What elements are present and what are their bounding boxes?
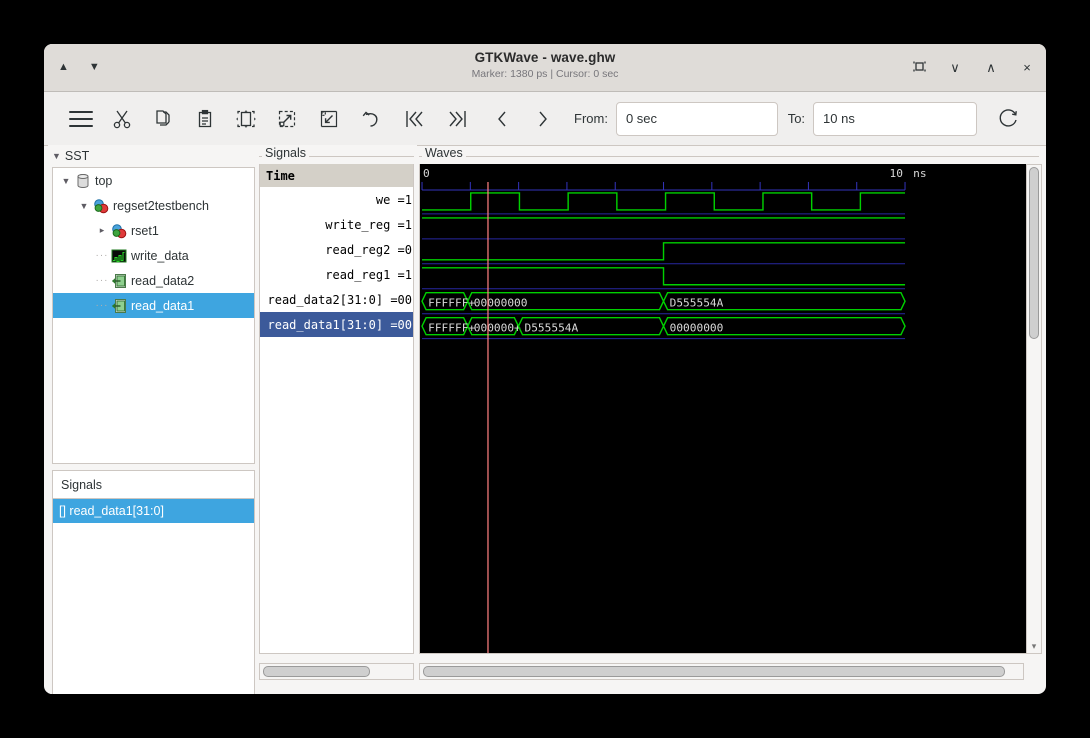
copy-icon[interactable] bbox=[143, 101, 184, 137]
signal-name-row[interactable]: write_reg =1 bbox=[260, 212, 413, 237]
tree-item-label: read_data1 bbox=[131, 299, 194, 313]
maximize-icon[interactable]: ∧ bbox=[984, 61, 998, 74]
tree-item-top[interactable]: ▼ top bbox=[53, 168, 254, 193]
signal-name-row[interactable]: we =1 bbox=[260, 187, 413, 212]
waves-vscrollbar[interactable]: ▾ bbox=[1026, 164, 1042, 654]
tree-item-write_data[interactable]: ··· write_data bbox=[53, 243, 254, 268]
signal-names-pane: Signals Time we =1write_reg =1read_reg2 … bbox=[257, 145, 417, 694]
time-unit-label: ns bbox=[913, 167, 926, 180]
nav-down-icon[interactable]: ▼ bbox=[89, 62, 100, 73]
tree-item-label: top bbox=[95, 174, 112, 188]
zoom-in-icon[interactable] bbox=[267, 101, 308, 137]
minimize-icon[interactable]: ∨ bbox=[948, 61, 962, 74]
gtkwave-window: ▲ ▼ GTKWave - wave.ghw Marker: 1380 ps |… bbox=[44, 44, 1046, 694]
signal-names-caption-area: Signals bbox=[257, 145, 417, 164]
signal-out-icon bbox=[111, 298, 127, 314]
waves-caption-area: Waves bbox=[417, 145, 1042, 164]
signals-list[interactable]: [] read_data1[31:0] bbox=[53, 499, 254, 523]
signal-name-row[interactable]: read_reg2 =0 bbox=[260, 237, 413, 262]
waves-pane: Waves 010nsFFFFFF+00000000D555554AFFFFFF… bbox=[417, 145, 1042, 694]
main-toolbar: From: 0 sec To: 10 ns bbox=[44, 92, 1046, 146]
bus-value-label: 000000+ bbox=[474, 322, 521, 335]
tree-item-read_data1[interactable]: ··· read_data1 bbox=[53, 293, 254, 318]
tree-guide-line: ··· bbox=[93, 275, 111, 286]
title-bar: ▲ ▼ GTKWave - wave.ghw Marker: 1380 ps |… bbox=[44, 44, 1046, 92]
to-input[interactable]: 10 ns bbox=[813, 102, 977, 136]
title-bar-left-controls: ▲ ▼ bbox=[58, 44, 100, 91]
title-bar-center: GTKWave - wave.ghw Marker: 1380 ps | Cur… bbox=[44, 50, 1046, 80]
bus-value-label: 00000000 bbox=[474, 297, 528, 310]
tree-guide-line: ··· bbox=[93, 300, 111, 311]
sst-tree[interactable]: ▼ top ▼ regset2testbench ▸ rset1 ··· write_data… bbox=[52, 167, 255, 464]
tree-item-label: read_data2 bbox=[131, 274, 194, 288]
signals-list-header: Signals bbox=[53, 471, 254, 499]
menu-icon[interactable] bbox=[60, 101, 101, 137]
caption-divider bbox=[419, 156, 1039, 157]
chevron-down-icon[interactable]: ▼ bbox=[52, 151, 61, 161]
signal-name-row[interactable]: read_reg1 =1 bbox=[260, 262, 413, 287]
from-input[interactable]: 0 sec bbox=[616, 102, 778, 136]
goto-end-icon[interactable] bbox=[436, 101, 477, 137]
time-start-label: 0 bbox=[423, 167, 430, 180]
window-subtitle: Marker: 1380 ps | Cursor: 0 sec bbox=[44, 68, 1046, 80]
sst-header[interactable]: ▼ SST bbox=[48, 145, 261, 165]
next-edge-icon[interactable] bbox=[523, 101, 564, 137]
tree-expander[interactable]: ▸ bbox=[93, 225, 111, 236]
zoom-out-icon[interactable] bbox=[308, 101, 349, 137]
vscroll-down-icon[interactable]: ▾ bbox=[1027, 640, 1041, 653]
tree-guide-line: ··· bbox=[93, 250, 111, 261]
from-label: From: bbox=[574, 111, 608, 126]
paste-icon[interactable] bbox=[184, 101, 225, 137]
sst-label: SST bbox=[65, 149, 89, 163]
signal-names-caption: Signals bbox=[262, 146, 309, 160]
tree-item-label: rset1 bbox=[131, 224, 159, 238]
bus-signal-icon bbox=[111, 248, 127, 264]
window-controls: ∨ ∧ × bbox=[912, 44, 1034, 91]
module-icon bbox=[75, 173, 91, 189]
signal-name-row[interactable]: read_data2[31:0] =00 bbox=[260, 287, 413, 312]
time-header: Time bbox=[260, 164, 413, 187]
undo-icon[interactable] bbox=[349, 101, 390, 137]
waveform-canvas[interactable]: 010nsFFFFFF+00000000D555554AFFFFFF+00000… bbox=[419, 164, 1042, 654]
names-hscroll-thumb[interactable] bbox=[263, 666, 370, 677]
restore-icon[interactable] bbox=[912, 60, 926, 75]
to-label: To: bbox=[788, 111, 805, 126]
tree-expander[interactable]: ▼ bbox=[57, 176, 75, 186]
prev-edge-icon[interactable] bbox=[481, 101, 522, 137]
instance-icon bbox=[111, 223, 127, 239]
reload-icon[interactable] bbox=[989, 101, 1030, 137]
zoom-fit-icon[interactable] bbox=[225, 101, 266, 137]
waves-hscroll-thumb[interactable] bbox=[423, 666, 1005, 677]
tree-item-read_data2[interactable]: ··· read_data2 bbox=[53, 268, 254, 293]
waves-caption: Waves bbox=[422, 146, 466, 160]
tree-expander[interactable]: ▼ bbox=[75, 201, 93, 211]
goto-start-icon[interactable] bbox=[395, 101, 436, 137]
signal-out-icon bbox=[111, 273, 127, 289]
tree-item-rset1[interactable]: ▸ rset1 bbox=[53, 218, 254, 243]
waves-vscroll-thumb[interactable] bbox=[1029, 167, 1039, 339]
signal-names-list[interactable]: Time we =1write_reg =1read_reg2 =0read_r… bbox=[259, 164, 414, 654]
close-icon[interactable]: × bbox=[1020, 61, 1034, 74]
instance-icon bbox=[93, 198, 109, 214]
bus-value-label: 00000000 bbox=[670, 322, 724, 335]
main-body: ▼ SST ▼ top ▼ regset2testbench ▸ rset1 ··· writ… bbox=[44, 145, 1046, 694]
nav-up-icon[interactable]: ▲ bbox=[58, 62, 69, 73]
bus-value-label: D555554A bbox=[525, 322, 579, 335]
names-hscrollbar[interactable] bbox=[259, 663, 414, 680]
sst-pane: ▼ SST ▼ top ▼ regset2testbench ▸ rset1 ··· writ… bbox=[48, 145, 261, 694]
waves-hscrollbar[interactable] bbox=[419, 663, 1024, 680]
signals-list-item[interactable]: [] read_data1[31:0] bbox=[53, 499, 254, 523]
signals-list-panel: Signals [] read_data1[31:0] bbox=[52, 470, 255, 694]
tree-item-label: write_data bbox=[131, 249, 189, 263]
bus-value-label: D555554A bbox=[670, 297, 724, 310]
waveform-svg: 010nsFFFFFF+00000000D555554AFFFFFF+00000… bbox=[420, 164, 1041, 653]
tree-item-label: regset2testbench bbox=[113, 199, 209, 213]
tree-item-regset2testbench[interactable]: ▼ regset2testbench bbox=[53, 193, 254, 218]
window-title: GTKWave - wave.ghw bbox=[44, 50, 1046, 65]
cut-icon[interactable] bbox=[101, 101, 142, 137]
signal-name-row[interactable]: read_data1[31:0] =00 bbox=[260, 312, 413, 337]
time-end-label: 10 bbox=[890, 167, 903, 180]
